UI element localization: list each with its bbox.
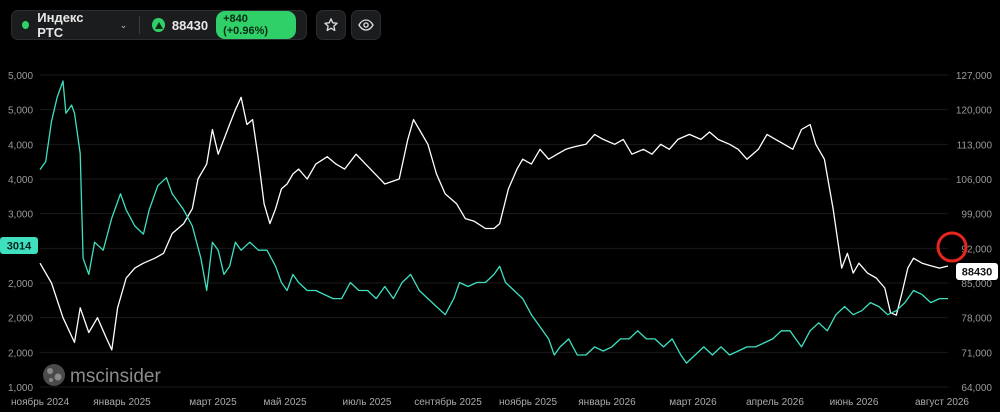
series-line-2 (39, 80, 948, 364)
right-axis-tick: 99,000 (961, 210, 992, 221)
left-axis-ticks: 5,0005,0004,0004,0003,0003,0002,0002,000… (8, 71, 33, 394)
left-axis-tick: 4,000 (8, 175, 33, 186)
right-axis-tick: 106,000 (956, 175, 993, 186)
left-axis-tick: 4,000 (8, 140, 33, 151)
current-left-label: 3014 (0, 237, 38, 254)
left-axis-tick: 1,000 (8, 383, 33, 394)
current-right-label: 88430 (956, 263, 998, 280)
watermark-logo-icon (43, 364, 65, 386)
left-axis-tick: 5,000 (8, 71, 33, 82)
x-axis-tick: июль 2025 (343, 397, 392, 408)
watermark: mscinsider (43, 364, 161, 387)
x-axis-tick: август 2026 (915, 397, 969, 408)
series-line-1 (39, 96, 949, 351)
right-axis-tick: 64,000 (961, 383, 992, 394)
x-axis-tick: март 2025 (189, 397, 237, 408)
left-axis-tick: 5,000 (8, 106, 33, 117)
x-axis-tick: май 2025 (263, 397, 306, 408)
current-right-value: 88430 (962, 267, 993, 279)
right-axis-tick: 127,000 (956, 71, 993, 82)
series-lines (39, 80, 949, 364)
x-axis-tick: сентябрь 2025 (414, 396, 482, 408)
x-axis-tick: апрель 2026 (746, 397, 804, 408)
left-axis-tick: 2,000 (8, 348, 33, 359)
x-axis-tick: март 2026 (669, 397, 717, 408)
x-axis-tick: январь 2026 (578, 397, 636, 408)
x-axis-tick: ноябрь 2024 (11, 396, 69, 408)
right-axis-ticks: 127,000120,000113,000106,00099,00092,000… (956, 71, 993, 394)
x-axis-tick: январь 2025 (93, 397, 151, 408)
right-axis-tick: 120,000 (956, 106, 993, 117)
left-axis-tick: 2,000 (8, 279, 33, 290)
right-axis-tick: 85,000 (961, 279, 992, 290)
x-axis-tick: июнь 2026 (830, 397, 879, 408)
x-axis-ticks: ноябрь 2024 январь 2025 март 2025 май 2025 и… (11, 396, 969, 408)
watermark-text: mscinsider (70, 366, 161, 387)
right-axis-tick: 113,000 (957, 140, 993, 151)
chart-frame: Индекс РТС ⌄ 88430 +840 (+0.96%) 5,000 5,… (0, 0, 1000, 412)
current-left-value: 3014 (7, 241, 32, 253)
left-axis-tick: 2,000 (8, 314, 33, 325)
x-axis-tick: ноябрь 2025 (499, 396, 557, 408)
left-axis-tick: 3,000 (8, 210, 33, 221)
gridlines (40, 74, 948, 388)
right-axis-tick: 78,000 (961, 314, 992, 325)
right-axis-tick: 71,000 (961, 348, 992, 359)
chart-canvas: 5,0005,0004,0004,0003,0003,0002,0002,000… (0, 71, 998, 408)
